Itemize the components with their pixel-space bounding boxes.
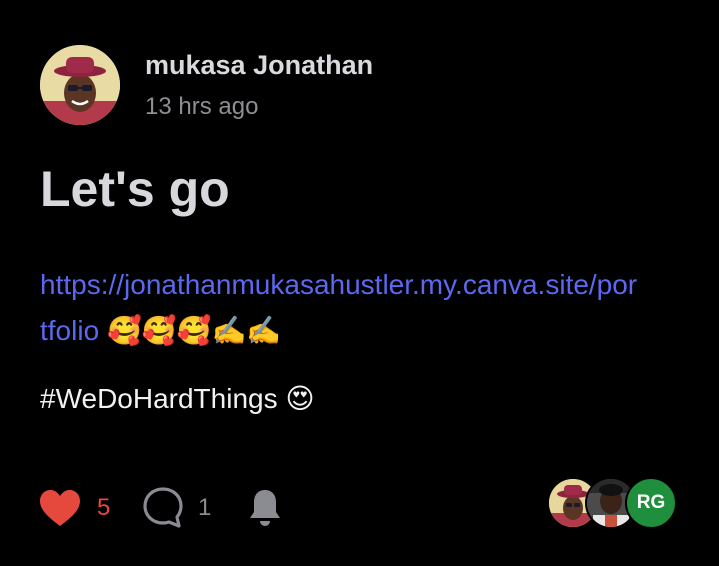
comment-icon[interactable]	[142, 486, 184, 528]
hashtag-paragraph: #WeDoHardThings 😍	[40, 382, 315, 415]
hashtag[interactable]: #WeDoHardThings	[40, 383, 278, 414]
post-card: mukasa Jonathan 13 hrs ago Let's go http…	[0, 0, 719, 566]
comment-count: 1	[198, 494, 212, 521]
heart-icon[interactable]	[38, 488, 82, 528]
heart-eyes-emoji: 😍	[285, 383, 315, 414]
post-link-paragraph: https://jonathanmukasahustler.my.canva.s…	[40, 262, 640, 354]
participants-stack[interactable]: RG	[547, 477, 679, 529]
bell-icon[interactable]	[246, 488, 284, 528]
like-count: 5	[97, 494, 111, 521]
post-title: Let's go	[40, 161, 230, 217]
author-avatar[interactable]	[40, 45, 120, 125]
author-name[interactable]: mukasa Jonathan	[145, 50, 373, 81]
author-avatar-image	[40, 45, 120, 125]
post-timestamp: 13 hrs ago	[145, 93, 259, 120]
participant-initials-avatar[interactable]: RG	[625, 477, 677, 529]
link-emojis: 🥰🥰🥰✍️✍️	[106, 315, 282, 346]
